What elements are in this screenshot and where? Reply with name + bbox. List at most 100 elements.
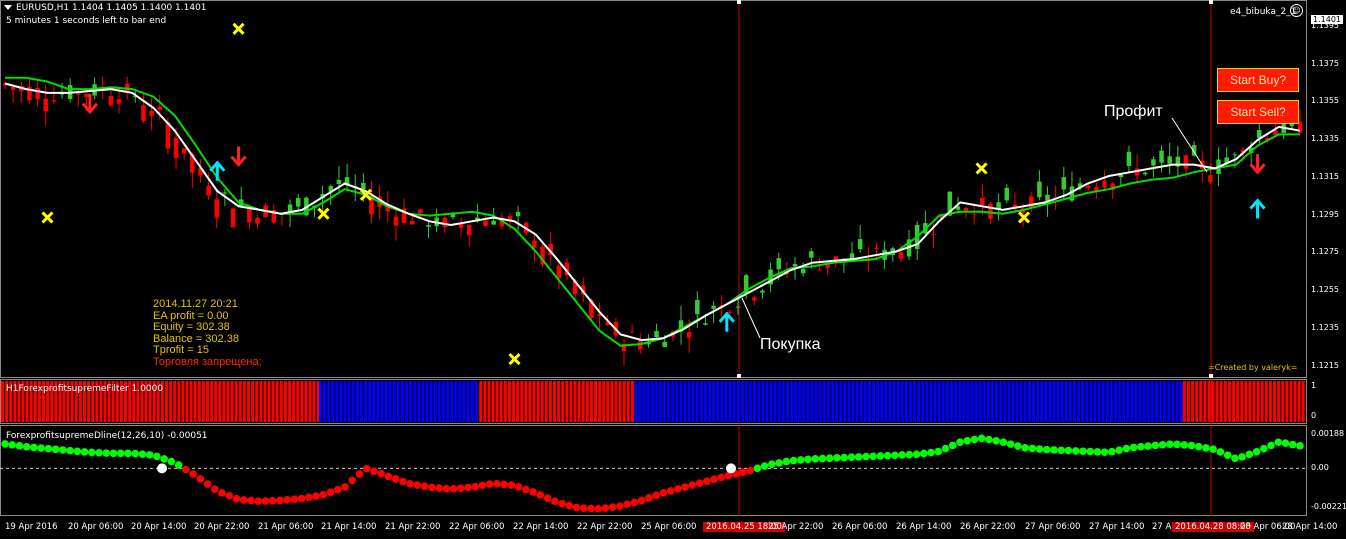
filter-bar (851, 381, 855, 422)
filter-bar (695, 381, 699, 422)
dline-tick-label: 0.00188 (1311, 429, 1345, 438)
dline-point (739, 468, 747, 477)
dline-point (1158, 441, 1167, 449)
dline-point (934, 447, 943, 456)
filter-bar (503, 381, 507, 422)
filter-bar (267, 381, 271, 422)
filter-bar (1232, 381, 1236, 422)
dline-point (1231, 454, 1239, 463)
candle-body (295, 197, 301, 207)
filter-bar (1077, 381, 1081, 422)
filter-bar (206, 381, 209, 422)
filter-bar (238, 381, 242, 422)
filter-bar (708, 381, 712, 422)
filter-bar (606, 381, 610, 422)
filter-bar (388, 381, 392, 422)
filter-bar (1256, 381, 1260, 422)
filter-bar (843, 381, 847, 422)
dline-point (1, 440, 9, 448)
dline-point (1216, 448, 1225, 456)
dline-point (485, 480, 494, 488)
candle-body (686, 332, 692, 338)
filter-bar (296, 381, 300, 422)
exit-cross (232, 22, 245, 35)
filter-bar (962, 381, 966, 422)
filter-bar (318, 381, 322, 422)
time-tick-label: 25 Apr 06:00 (641, 522, 697, 532)
filter-bar (1031, 381, 1035, 422)
candle-body (980, 197, 985, 206)
candle-body (1159, 150, 1164, 163)
filter-bar (218, 381, 222, 422)
price-tick-label: 1.1235 (1311, 322, 1339, 332)
filter-bar (499, 381, 503, 422)
dline-point (370, 467, 378, 476)
dline-point (1209, 445, 1217, 454)
candle-body (1037, 181, 1042, 198)
filter-bar (327, 381, 331, 422)
filter-bar (1, 381, 4, 422)
candle-body (116, 99, 122, 104)
filter-bar (1179, 381, 1183, 422)
candle-body (442, 217, 448, 228)
filter-bar (995, 381, 999, 422)
filter-bar (1101, 381, 1105, 422)
filter-bar (433, 381, 437, 422)
filter-bar (594, 381, 598, 422)
dline-point (1071, 447, 1080, 455)
dline-point (276, 496, 284, 505)
filter-bar (740, 381, 744, 422)
filter-bar (855, 381, 859, 422)
filter-bar (417, 381, 421, 422)
filter-bar (1027, 381, 1031, 422)
filter-bar (454, 381, 458, 422)
filter-bar (483, 381, 487, 422)
filter-bar (458, 381, 462, 422)
dline-point (232, 494, 241, 503)
start-sell-button[interactable]: Start Sell? (1217, 100, 1299, 124)
filter-bar (392, 381, 396, 422)
dline-point (876, 452, 885, 460)
filter-bar (691, 381, 695, 422)
candle-body (181, 148, 187, 154)
dline-point (500, 480, 508, 489)
dline-point (666, 487, 675, 495)
filter-bar (425, 381, 429, 422)
start-buy-button[interactable]: Start Buy? (1217, 68, 1299, 92)
dline-point (898, 451, 906, 459)
filter-bar (1211, 381, 1215, 422)
dline-point (297, 494, 306, 503)
dline-point (1187, 441, 1196, 450)
filter-bar (577, 381, 581, 422)
filter-bar (516, 381, 520, 422)
ea-status: Торговля запрещена; (153, 355, 262, 368)
candle-body (361, 182, 366, 190)
dline-point (702, 477, 711, 486)
candle-body (898, 252, 904, 259)
dline-point (102, 449, 111, 457)
filter-bar (259, 381, 263, 422)
dline-point (587, 504, 595, 513)
filter-bar (917, 381, 921, 422)
filter-bar (1207, 381, 1211, 422)
price-tick-label: 1.1275 (1311, 247, 1339, 257)
dline-point (811, 455, 820, 463)
filter-bar (1048, 381, 1052, 422)
filter-bar (561, 381, 565, 422)
exit-cross (317, 207, 330, 220)
filter-bar (1163, 381, 1167, 422)
dline-point (601, 504, 610, 512)
dline-point (927, 448, 935, 457)
dline-point (579, 504, 588, 512)
dline-point (225, 491, 234, 500)
dline-point (428, 483, 436, 492)
filter-bar (614, 381, 618, 422)
dline-point (1129, 443, 1138, 452)
filter-bar (884, 381, 888, 422)
dline-point (59, 446, 67, 454)
dline-point (95, 448, 103, 457)
dline-point (254, 497, 263, 506)
dline-point (572, 503, 581, 512)
filter-bar (839, 381, 843, 422)
dline-point (797, 456, 805, 464)
